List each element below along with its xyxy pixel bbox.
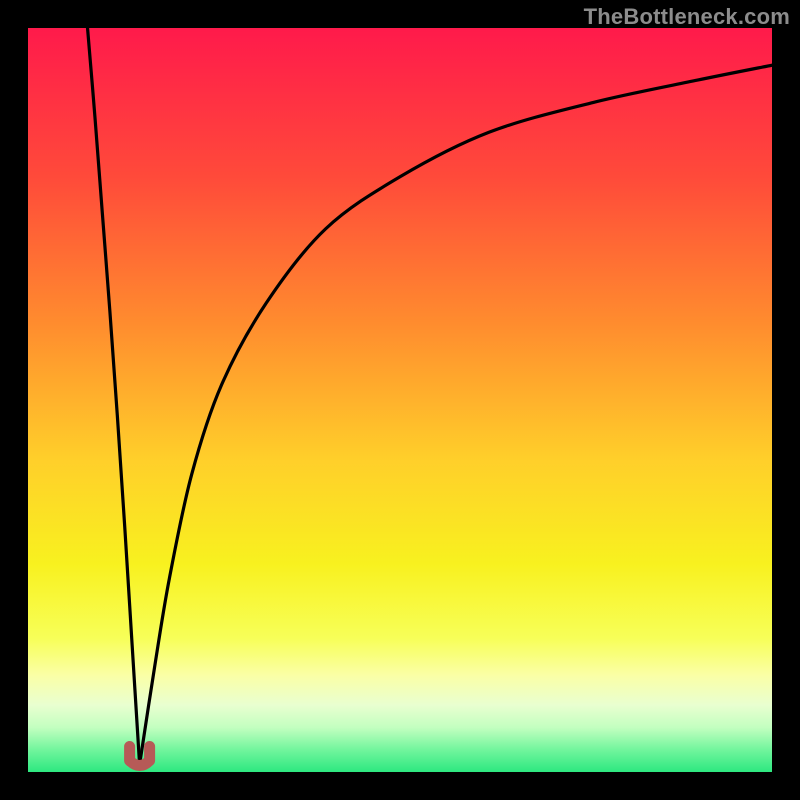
chart-frame: TheBottleneck.com <box>0 0 800 800</box>
plot-area <box>28 28 772 772</box>
bottleneck-curve <box>28 28 772 772</box>
watermark-text: TheBottleneck.com <box>584 4 790 30</box>
